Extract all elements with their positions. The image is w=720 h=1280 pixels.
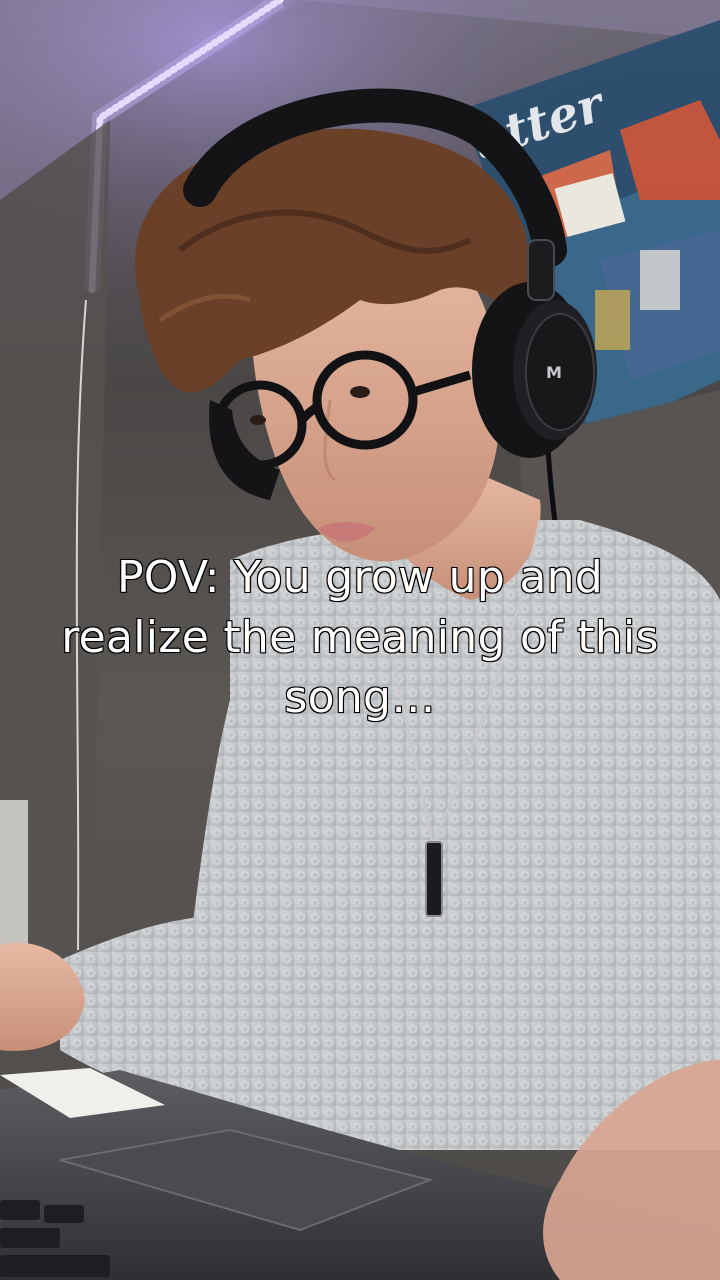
svg-text:M: M bbox=[546, 363, 562, 382]
video-frame[interactable]: utter M POV: You grow up and realize the… bbox=[0, 0, 720, 1280]
video-caption: POV: You grow up and realize the meaning… bbox=[60, 551, 659, 724]
